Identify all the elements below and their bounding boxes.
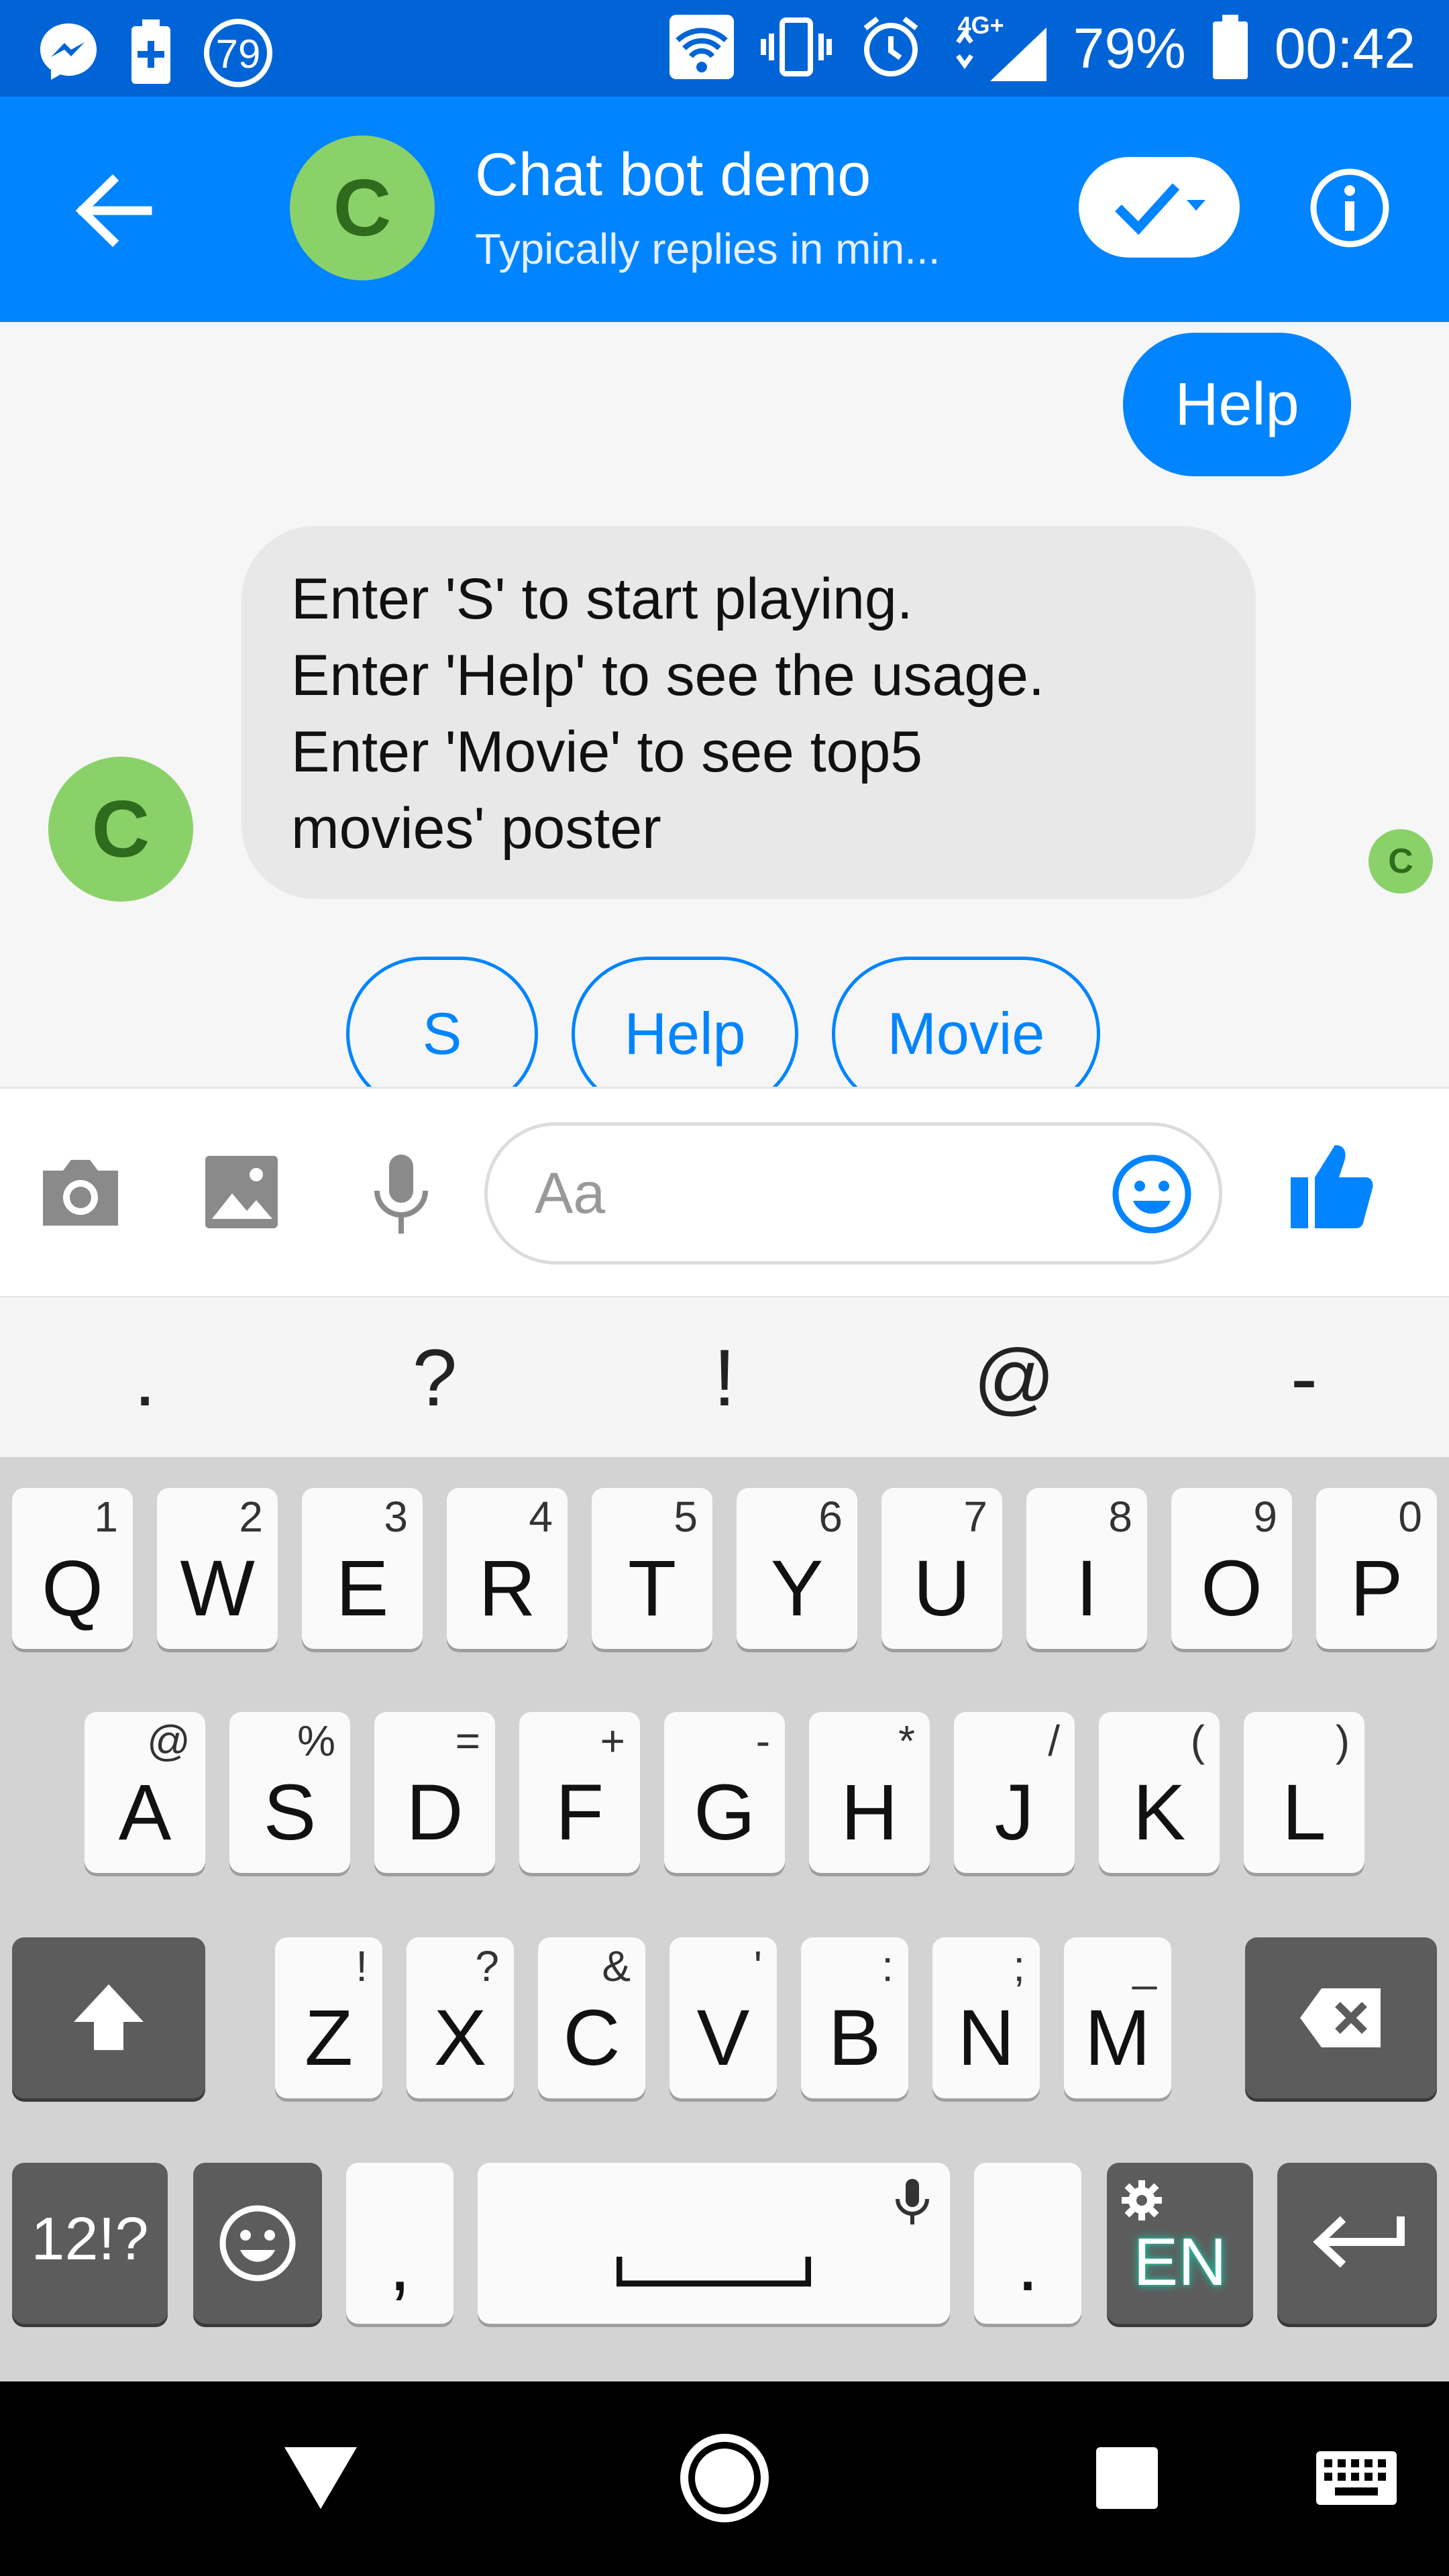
- vibrate-icon: [759, 13, 833, 84]
- enter-key[interactable]: [1277, 2163, 1437, 2324]
- notification-count-icon: 79: [201, 16, 275, 90]
- emoji-key[interactable]: [193, 2163, 322, 2324]
- user-message-bubble[interactable]: Help: [1123, 333, 1351, 476]
- check-icon: [1115, 183, 1205, 235]
- settings-gear-icon: [1122, 2180, 1162, 2220]
- backspace-icon: [1300, 1988, 1381, 2047]
- key-d[interactable]: = D: [374, 1712, 495, 1873]
- key-l[interactable]: ) L: [1244, 1712, 1364, 1873]
- key-b[interactable]: :B: [801, 1937, 908, 2098]
- key-e[interactable]: 3E: [302, 1488, 423, 1649]
- shift-icon: [74, 1984, 144, 2050]
- gallery-icon[interactable]: [203, 1153, 280, 1234]
- message-list[interactable]: Help Enter 'S' to start playing. Enter '…: [0, 322, 1449, 1087]
- message-composer: [0, 1087, 1449, 1298]
- keyboard-suggestion-strip: . ? ! @ -: [0, 1296, 1449, 1458]
- battery-percent: 79%: [1073, 17, 1186, 80]
- key-g[interactable]: -G: [664, 1712, 785, 1873]
- battery-icon: [1210, 13, 1250, 84]
- conversation-header: C Chat bot demo Typically replies in min…: [0, 97, 1449, 322]
- messenger-icon: [36, 19, 101, 87]
- contact-name[interactable]: Chat bot demo: [475, 141, 871, 210]
- keyboard: 1Q 2W 3E 4R 5T 6Y 7U 8I 9O 0P @ A % S = D +…: [0, 1457, 1449, 2381]
- comma-key[interactable]: ,: [346, 2163, 453, 2324]
- key-o[interactable]: 9O: [1171, 1488, 1292, 1649]
- bot-message-bubble[interactable]: Enter 'S' to start playing. Enter 'Help'…: [241, 526, 1256, 899]
- quick-reply-s[interactable]: S: [346, 957, 538, 1087]
- key-p[interactable]: 0P: [1316, 1488, 1437, 1649]
- signal-icon: 4G+: [949, 11, 1049, 83]
- key-q[interactable]: 1Q: [12, 1488, 133, 1649]
- message-input-container[interactable]: [484, 1122, 1222, 1265]
- bot-message-line: Enter 'S' to start playing.: [291, 567, 913, 631]
- quick-reply-help[interactable]: Help: [572, 957, 798, 1087]
- space-icon: [616, 2257, 811, 2287]
- key-y[interactable]: 6Y: [737, 1488, 857, 1649]
- key-h[interactable]: * H: [809, 1712, 930, 1873]
- suggestion-exclamation[interactable]: !: [657, 1324, 792, 1432]
- microphone-icon[interactable]: [368, 1153, 435, 1240]
- approve-dropdown-button[interactable]: [1079, 157, 1240, 258]
- key-r[interactable]: 4R: [447, 1488, 568, 1649]
- suggestion-dash[interactable]: -: [1237, 1324, 1371, 1432]
- key-i[interactable]: 8I: [1026, 1488, 1147, 1649]
- seen-indicator-avatar: C: [1368, 829, 1433, 894]
- battery-saver-icon: [127, 18, 174, 89]
- key-w[interactable]: 2W: [157, 1488, 278, 1649]
- space-key[interactable]: [478, 2163, 950, 2324]
- key-j[interactable]: / J: [954, 1712, 1075, 1873]
- key-f[interactable]: + F: [519, 1712, 640, 1873]
- bot-message-line: Enter 'Help' to see the usage.: [291, 643, 1044, 708]
- info-icon[interactable]: [1308, 166, 1391, 250]
- wifi-icon: [668, 13, 735, 84]
- key-n[interactable]: ; N: [932, 1937, 1040, 2098]
- key-a[interactable]: @ A: [85, 1712, 205, 1873]
- clock: 00:42: [1274, 17, 1415, 80]
- suggestion-question[interactable]: ?: [368, 1324, 502, 1432]
- camera-icon[interactable]: [38, 1153, 123, 1234]
- key-m[interactable]: _ M: [1064, 1937, 1171, 2098]
- contact-status: Typically replies in min...: [475, 225, 941, 273]
- period-key[interactable]: .: [974, 2163, 1081, 2324]
- quick-reply-movie[interactable]: Movie: [832, 957, 1100, 1087]
- key-c[interactable]: & C: [538, 1937, 645, 2098]
- home-nav-icon[interactable]: [679, 2432, 770, 2524]
- key-z[interactable]: ! Z: [275, 1937, 382, 2098]
- shift-key[interactable]: [12, 1937, 205, 2098]
- recents-nav-icon[interactable]: [1095, 2446, 1159, 2510]
- back-arrow-icon[interactable]: [74, 174, 154, 248]
- key-v[interactable]: ' V: [669, 1937, 777, 2098]
- key-u[interactable]: 7U: [881, 1488, 1002, 1649]
- system-navigation-bar: [0, 2381, 1449, 2576]
- back-nav-icon[interactable]: [280, 2443, 361, 2513]
- enter-icon: [1313, 2216, 1405, 2268]
- suggestion-period[interactable]: .: [78, 1324, 212, 1432]
- status-bar: 79 4G+ 79% 00:42: [0, 0, 1449, 97]
- key-s[interactable]: % S: [229, 1712, 350, 1873]
- voice-input-icon: [896, 2179, 929, 2224]
- message-input[interactable]: [533, 1152, 1073, 1234]
- bot-avatar[interactable]: C: [48, 757, 193, 902]
- emoji-icon[interactable]: [1110, 1152, 1193, 1239]
- key-t[interactable]: 5T: [592, 1488, 712, 1649]
- language-key[interactable]: EN: [1107, 2163, 1253, 2324]
- bot-message-line: movies' poster: [291, 796, 661, 861]
- thumbs-up-icon[interactable]: [1288, 1140, 1375, 1237]
- suggestion-at[interactable]: @: [947, 1324, 1081, 1432]
- keyboard-switch-icon[interactable]: [1315, 2450, 1398, 2506]
- key-x[interactable]: ? X: [407, 1937, 514, 2098]
- symbols-key[interactable]: 12!?: [12, 2163, 168, 2324]
- alarm-icon: [857, 13, 924, 84]
- backspace-key[interactable]: [1245, 1937, 1437, 2098]
- contact-avatar[interactable]: C: [290, 136, 435, 280]
- emoji-icon: [219, 2205, 296, 2282]
- bot-message-line: Enter 'Movie' to see top5: [291, 720, 923, 784]
- key-k[interactable]: (K: [1099, 1712, 1220, 1873]
